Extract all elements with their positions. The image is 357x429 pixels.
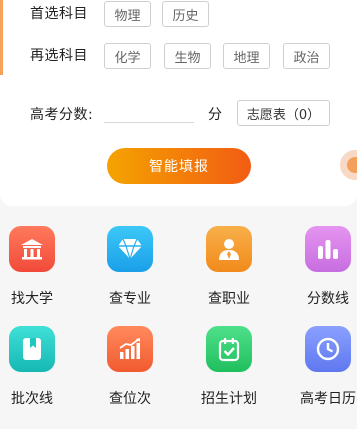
menu-label-enrollment-plan: 招生计划 (201, 391, 257, 407)
menu-item-batch-line[interactable]: 批次线 (0, 326, 72, 408)
second-subject-option-geography[interactable]: 地理 (223, 43, 270, 69)
second-subject-option-biology[interactable]: 生物 (164, 43, 211, 69)
smart-fill-button[interactable]: 智能填报 (107, 148, 251, 184)
score-input[interactable] (104, 100, 194, 122)
profession-icon (206, 226, 252, 272)
menu-label-check-major: 查专业 (109, 291, 151, 307)
menu-item-score-line[interactable]: 分数线 (288, 226, 357, 308)
rank-chart-icon (107, 326, 153, 372)
menu-item-find-university[interactable]: 找大学 (0, 226, 72, 308)
menu-item-check-rank[interactable]: 查位次 (90, 326, 170, 408)
menu-label-check-rank: 查位次 (109, 391, 151, 407)
menu-label-score-line: 分数线 (307, 291, 349, 307)
menu-item-exam-calendar[interactable]: 高考日历 (288, 326, 357, 408)
menu-item-check-major[interactable]: 查专业 (90, 226, 170, 308)
bookmark-icon (9, 326, 55, 372)
clock-icon (305, 326, 351, 372)
second-subject-option-politics[interactable]: 政治 (283, 43, 330, 69)
score-label: 高考分数: (30, 107, 94, 123)
menu-label-find-university: 找大学 (11, 291, 53, 307)
first-subject-option-physics[interactable]: 物理 (104, 1, 151, 27)
second-subject-label: 再选科目 (30, 48, 88, 64)
volunteer-form-card: 首选科目 物理 历史 再选科目 化学 生物 地理 政治 高考分数: 分 志愿表（… (0, 0, 357, 206)
calendar-check-icon (206, 326, 252, 372)
menu-label-exam-calendar: 高考日历 (300, 391, 356, 407)
wishlist-button[interactable]: 志愿表（0） (237, 100, 330, 126)
diamond-icon (107, 226, 153, 272)
first-subject-option-history[interactable]: 历史 (162, 1, 209, 27)
second-subject-option-chemistry[interactable]: 化学 (104, 43, 151, 69)
left-accent-bar (0, 0, 3, 75)
menu-label-batch-line: 批次线 (11, 391, 53, 407)
menu-label-check-profession: 查职业 (208, 291, 250, 307)
menu-item-check-profession[interactable]: 查职业 (189, 226, 269, 308)
bar-chart-icon (305, 226, 351, 272)
menu-item-enrollment-plan[interactable]: 招生计划 (189, 326, 269, 408)
score-unit: 分 (208, 107, 222, 123)
university-icon (9, 226, 55, 272)
assistant-icon (347, 157, 357, 173)
score-input-underline (104, 122, 194, 123)
first-subject-label: 首选科目 (30, 6, 88, 22)
